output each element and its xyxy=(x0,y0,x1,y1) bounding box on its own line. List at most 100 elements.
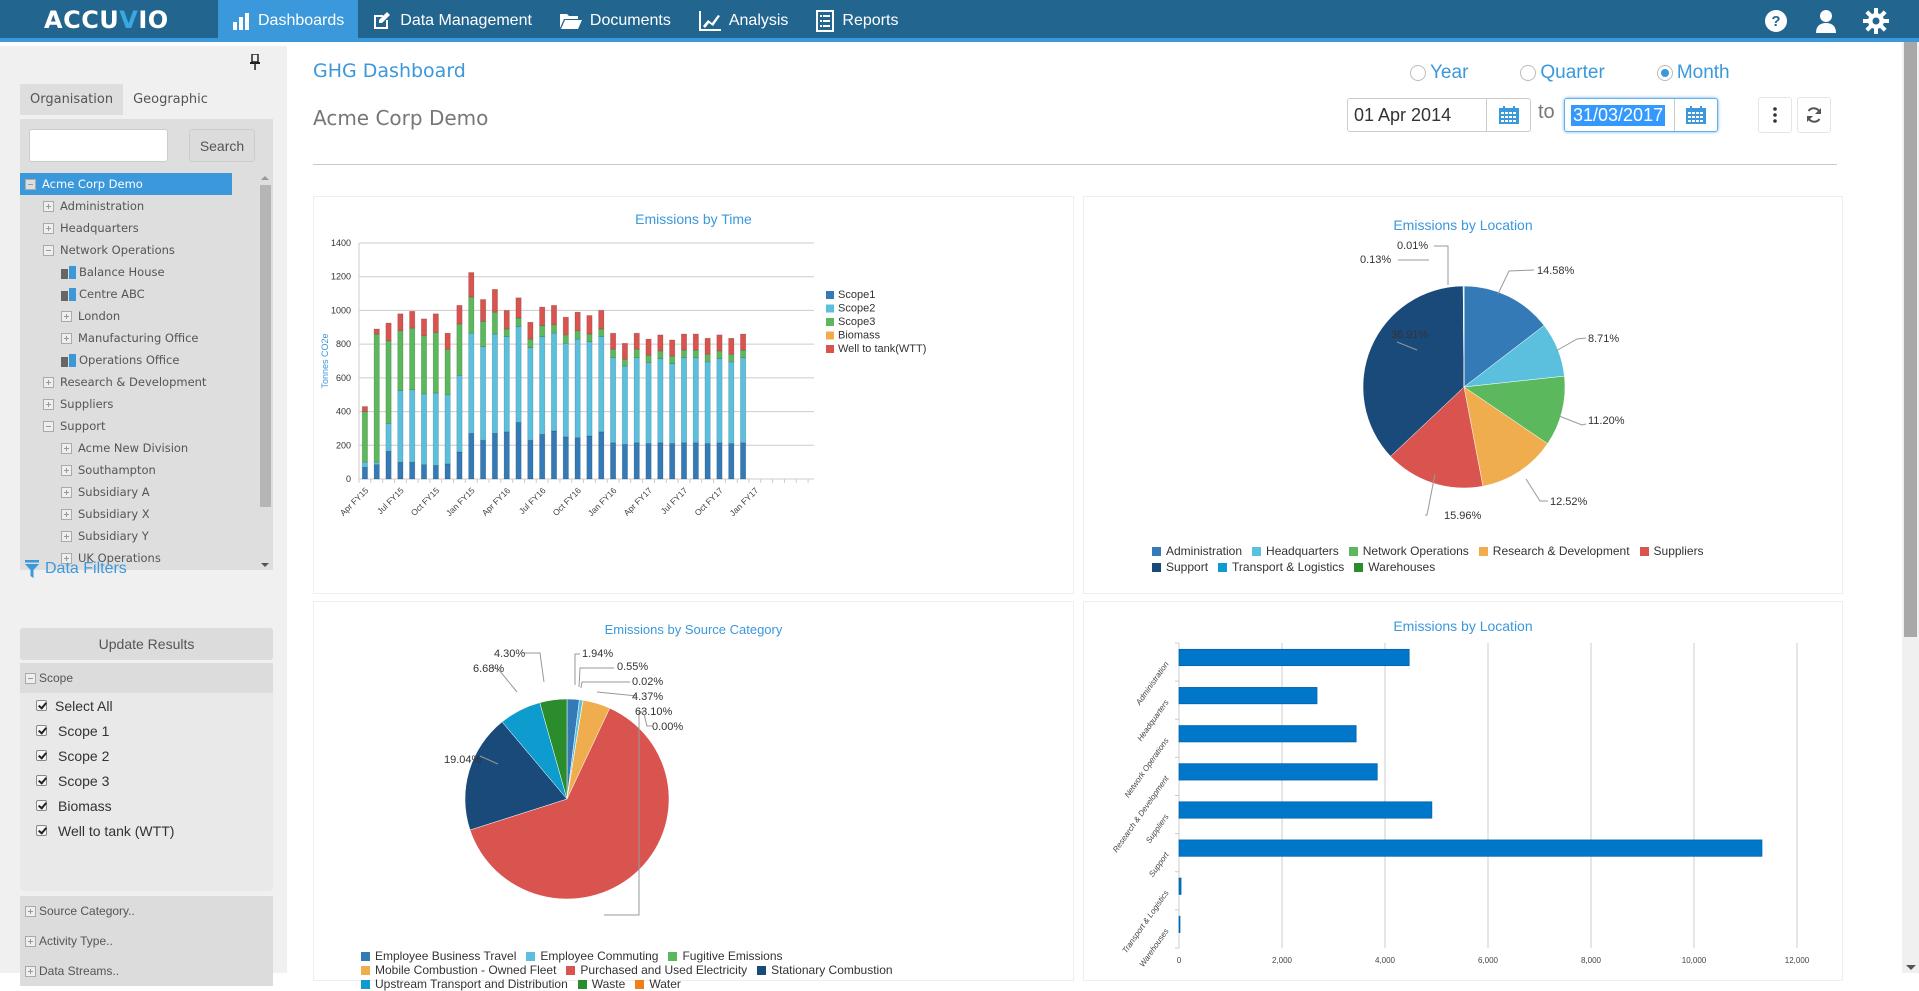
tree-item[interactable]: London xyxy=(20,305,232,327)
tab-organisation[interactable]: Organisation xyxy=(20,84,123,115)
filter-group[interactable]: Source Category.. xyxy=(20,896,273,926)
legend-item[interactable]: Purchased and Used Electricity xyxy=(566,963,747,977)
more-options-button[interactable] xyxy=(1758,97,1792,133)
expand-icon[interactable] xyxy=(61,311,72,322)
scope-option[interactable]: Scope 2 xyxy=(20,743,273,768)
expand-icon[interactable] xyxy=(43,223,54,234)
tree-item[interactable]: Research & Development xyxy=(20,371,232,393)
date-from-input[interactable]: 01 Apr 2014 xyxy=(1348,99,1486,131)
help-icon[interactable]: ? xyxy=(1763,8,1789,34)
date-to-input[interactable]: 31/03/2017 xyxy=(1565,99,1674,131)
tree-item[interactable]: Acme New Division xyxy=(20,437,232,459)
scroll-down-arrow[interactable] xyxy=(261,563,269,567)
scope-option[interactable]: Well to tank (WTT) xyxy=(20,818,273,843)
tab-geographic[interactable]: Geographic xyxy=(123,84,218,115)
scope-option[interactable]: Scope 1 xyxy=(20,718,273,743)
bar[interactable] xyxy=(1179,840,1762,856)
expand-icon[interactable] xyxy=(61,531,72,542)
tree-item[interactable]: Operations Office xyxy=(20,349,232,371)
radio-button[interactable] xyxy=(1520,65,1536,81)
expand-icon[interactable] xyxy=(61,443,72,454)
radio-button[interactable] xyxy=(1657,65,1673,81)
bar[interactable] xyxy=(1179,649,1409,665)
tree-item[interactable]: Network Operations xyxy=(20,239,232,261)
calendar-icon[interactable] xyxy=(1486,99,1530,131)
period-radio-quarter[interactable]: Quarter xyxy=(1520,62,1604,84)
scroll-down-arrow[interactable] xyxy=(1906,965,1916,970)
tree-item[interactable]: Suppliers xyxy=(20,393,232,415)
user-icon[interactable] xyxy=(1813,8,1839,34)
expand-icon[interactable] xyxy=(61,333,72,344)
tree-item[interactable]: Balance House xyxy=(20,261,232,283)
period-radio-year[interactable]: Year xyxy=(1410,62,1468,84)
bar[interactable] xyxy=(1179,726,1356,742)
bar[interactable] xyxy=(1179,764,1377,780)
expand-icon[interactable] xyxy=(43,201,54,212)
collapse-icon[interactable] xyxy=(43,421,54,432)
collapse-icon[interactable] xyxy=(25,179,36,190)
update-results-button[interactable]: Update Results xyxy=(20,628,273,660)
nav-documents[interactable]: Documents xyxy=(546,0,685,42)
tree-item[interactable]: Manufacturing Office xyxy=(20,327,232,349)
legend-item[interactable]: Suppliers xyxy=(1640,544,1704,558)
legend-item[interactable]: Network Operations xyxy=(1349,544,1469,558)
period-radio-month[interactable]: Month xyxy=(1657,62,1730,84)
bar[interactable] xyxy=(1179,878,1181,894)
accuvio-logo[interactable]: ACCUVIO xyxy=(44,6,169,34)
tree-item[interactable]: Southampton xyxy=(20,459,232,481)
legend-item[interactable]: Waste xyxy=(578,977,626,991)
legend-item[interactable]: Water xyxy=(635,977,681,991)
date-to-field[interactable]: 31/03/2017 xyxy=(1564,98,1718,132)
scroll-up-arrow[interactable] xyxy=(261,176,269,180)
tree-item[interactable]: Acme Corp Demo xyxy=(20,173,232,195)
tree-item[interactable]: Subsidiary Y xyxy=(20,525,232,547)
scrollbar-thumb[interactable] xyxy=(1904,42,1917,637)
nav-data-management[interactable]: Data Management xyxy=(358,0,546,42)
radio-button[interactable] xyxy=(1410,65,1426,81)
legend-item[interactable]: Upstream Transport and Distribution xyxy=(361,977,568,991)
tree-item[interactable]: Subsidiary A xyxy=(20,481,232,503)
tree-scrollbar[interactable] xyxy=(258,173,273,570)
page-scrollbar[interactable] xyxy=(1902,42,1919,973)
legend-item[interactable]: Employee Business Travel xyxy=(361,949,516,963)
checkbox[interactable] xyxy=(36,800,47,811)
legend-item[interactable]: Mobile Combustion - Owned Fleet xyxy=(361,963,556,977)
checkbox[interactable] xyxy=(36,775,47,786)
tree-item[interactable]: Headquarters xyxy=(20,217,232,239)
scope-option[interactable]: Biomass xyxy=(20,793,273,818)
expand-icon[interactable] xyxy=(43,377,54,388)
tree-scrollbar-thumb[interactable] xyxy=(260,185,271,507)
legend-item[interactable]: Transport & Logistics xyxy=(1218,560,1344,574)
tree-item[interactable]: Support xyxy=(20,415,232,437)
tree-item[interactable]: Subsidiary X xyxy=(20,503,232,525)
scope-option[interactable]: Select All xyxy=(20,693,273,718)
legend-item[interactable]: Research & Development xyxy=(1479,544,1630,558)
scope-filter-header[interactable]: Scope xyxy=(20,663,273,693)
date-from-field[interactable]: 01 Apr 2014 xyxy=(1347,98,1531,132)
search-button[interactable]: Search xyxy=(189,129,255,162)
checkbox[interactable] xyxy=(36,725,47,736)
tree-item[interactable]: Administration xyxy=(20,195,232,217)
legend-item[interactable]: Support xyxy=(1152,560,1208,574)
settings-gear-icon[interactable] xyxy=(1863,8,1889,34)
filter-group[interactable]: Activity Type.. xyxy=(20,926,273,956)
legend-item[interactable]: Warehouses xyxy=(1354,560,1435,574)
bar[interactable] xyxy=(1179,687,1317,703)
legend-item[interactable]: Employee Commuting xyxy=(526,949,658,963)
filter-group[interactable]: Data Streams.. xyxy=(20,956,273,986)
tree-item[interactable]: Centre ABC xyxy=(20,283,232,305)
nav-reports[interactable]: Reports xyxy=(802,0,912,42)
legend-item[interactable]: Headquarters xyxy=(1252,544,1339,558)
expand-icon[interactable] xyxy=(61,509,72,520)
checkbox[interactable] xyxy=(36,825,47,836)
nav-analysis[interactable]: Analysis xyxy=(685,0,803,42)
bar[interactable] xyxy=(1179,916,1180,932)
refresh-button[interactable] xyxy=(1797,97,1831,133)
nav-dashboards[interactable]: Dashboards xyxy=(218,0,358,42)
checkbox[interactable] xyxy=(36,750,47,761)
legend-item[interactable]: Fugitive Emissions xyxy=(668,949,782,963)
tree-search-input[interactable] xyxy=(29,129,168,162)
calendar-icon[interactable] xyxy=(1674,99,1717,131)
collapse-icon[interactable] xyxy=(43,245,54,256)
pin-icon[interactable] xyxy=(250,54,260,73)
